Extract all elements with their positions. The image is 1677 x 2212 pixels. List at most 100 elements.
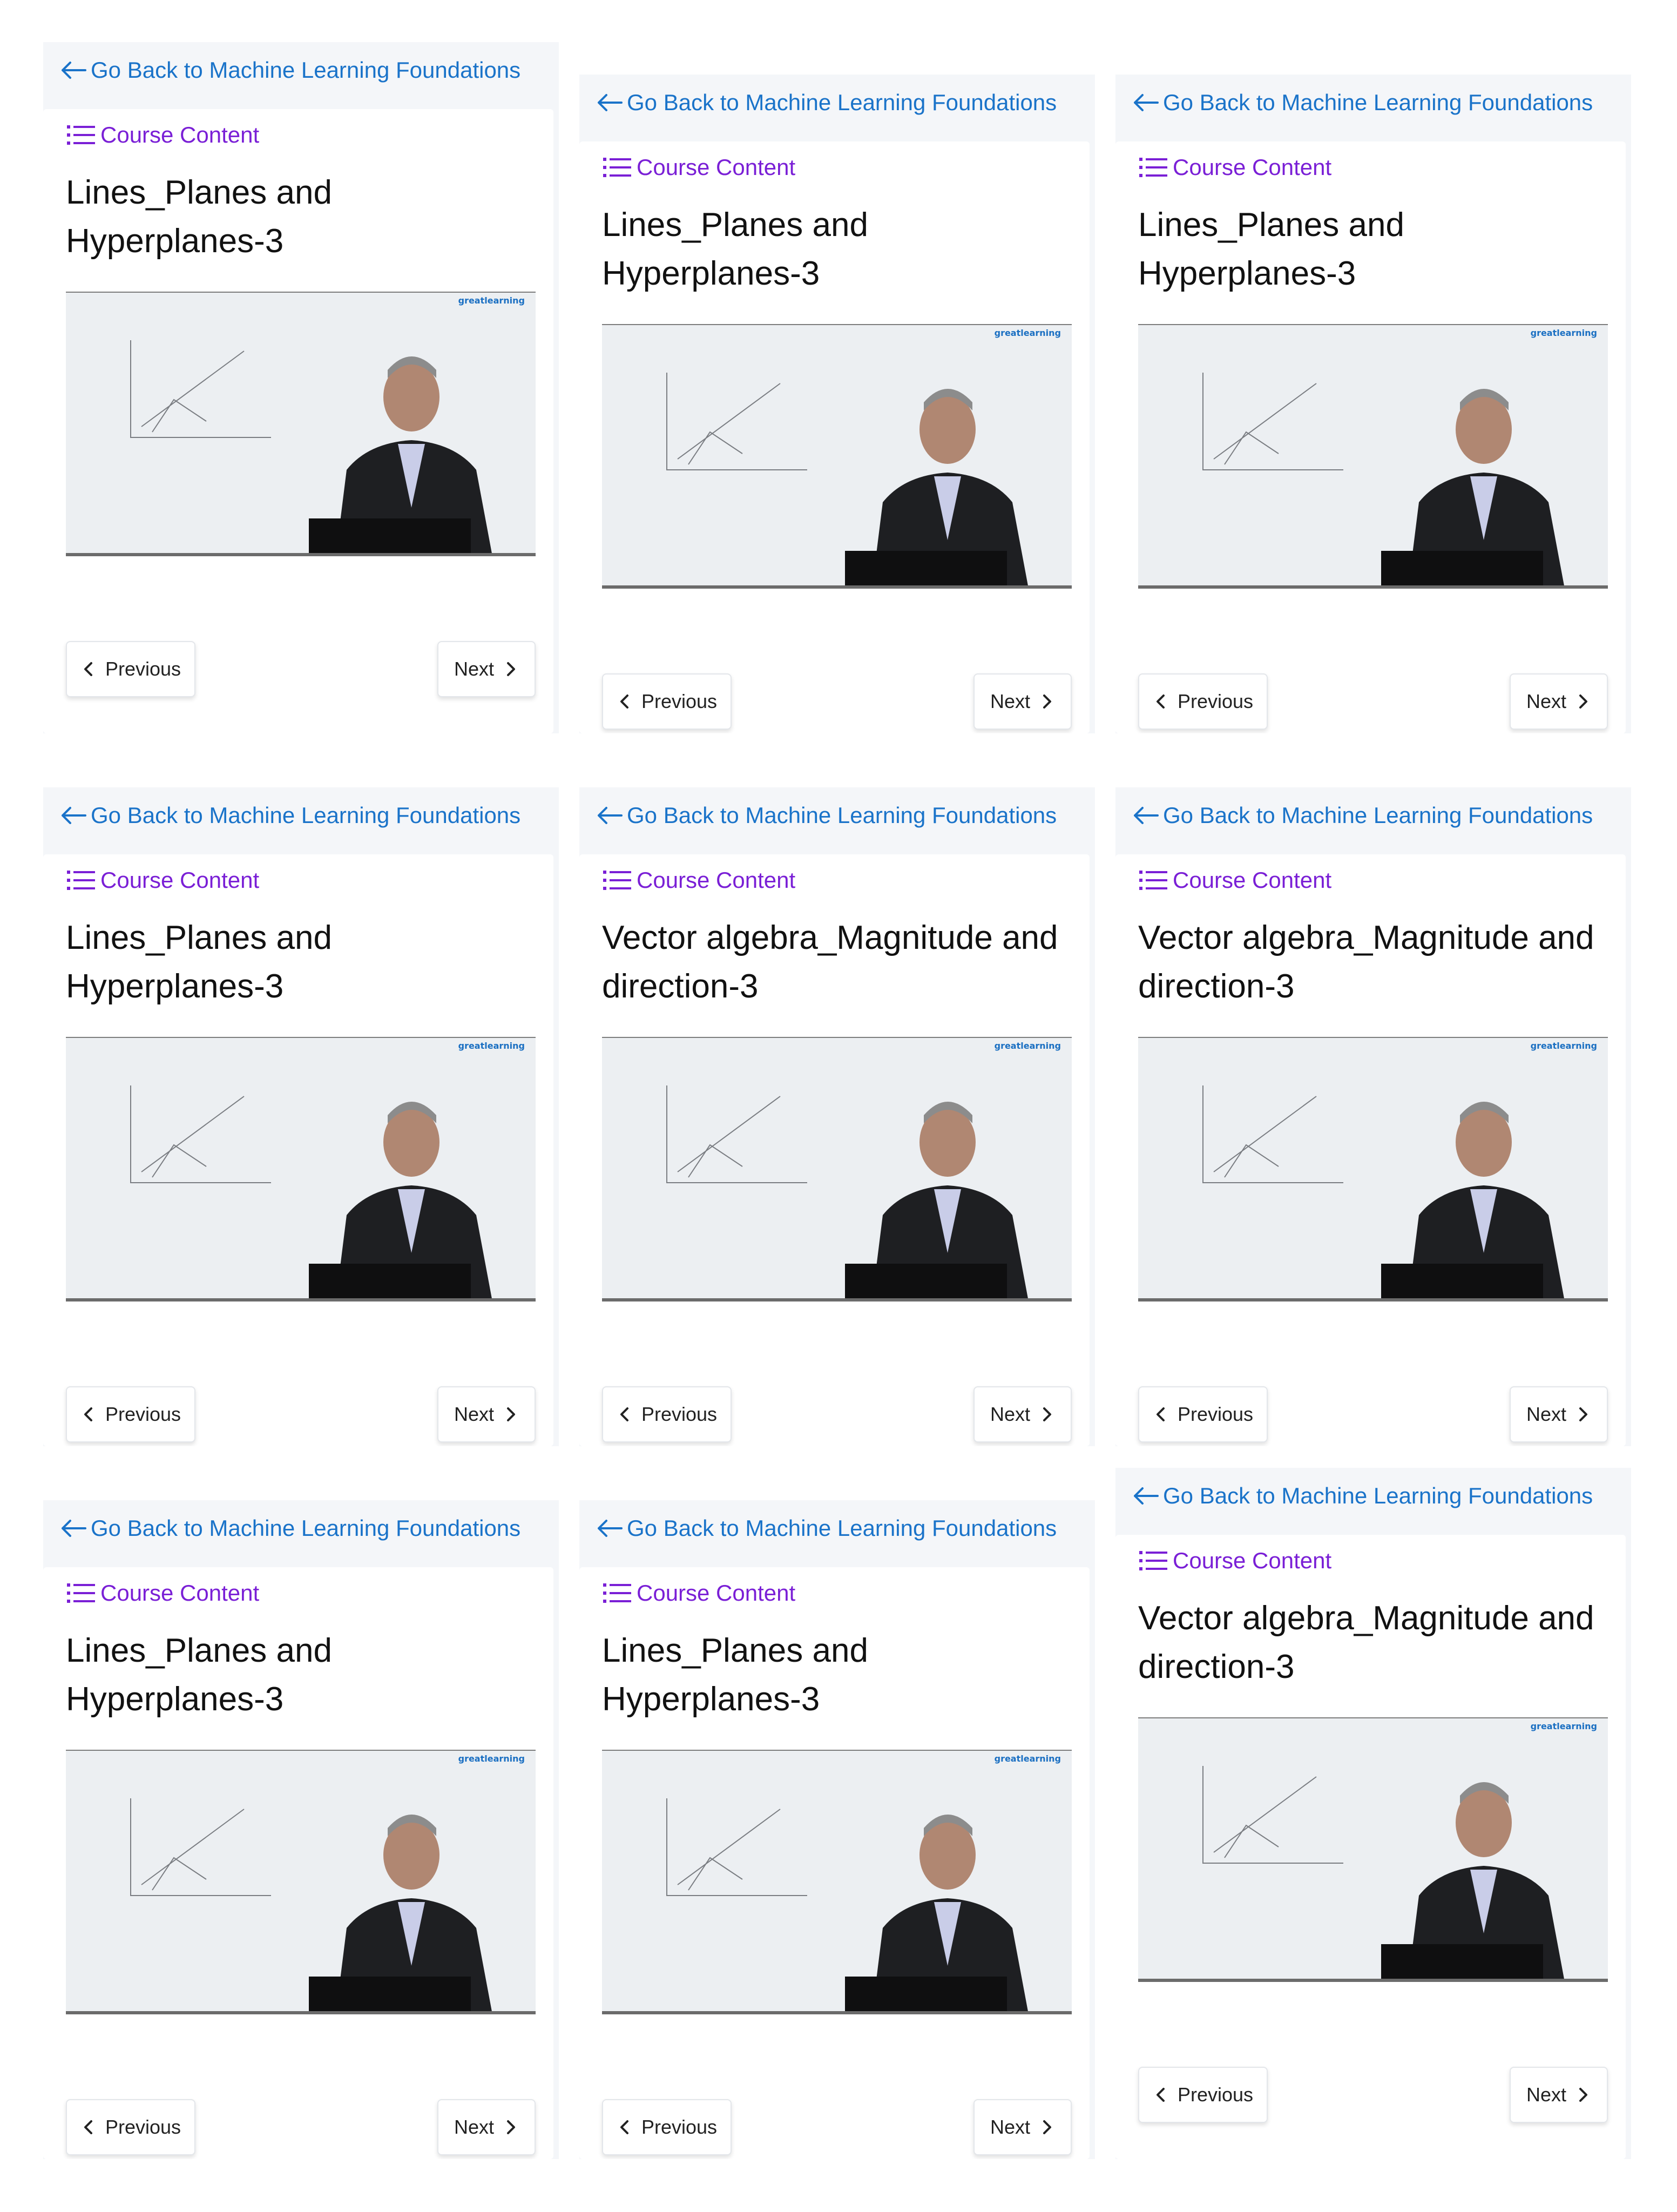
course-content-button[interactable]: Course Content [58, 118, 267, 152]
next-button[interactable]: Next [437, 2099, 536, 2155]
previous-button[interactable]: Previous [602, 2099, 732, 2155]
previous-button[interactable]: Previous [66, 2099, 195, 2155]
chevron-right-icon [507, 1407, 516, 1421]
lesson-panel: Go Back to Machine Learning Foundations … [579, 75, 1095, 733]
lesson-panel: Go Back to Machine Learning Foundations … [43, 787, 559, 1446]
back-link-label: Go Back to Machine Learning Foundations [627, 802, 1057, 828]
next-button[interactable]: Next [437, 1386, 536, 1442]
chevron-right-icon [507, 662, 516, 676]
previous-button-label: Previous [1177, 690, 1254, 712]
previous-button[interactable]: Previous [602, 1386, 732, 1442]
back-to-course-link[interactable]: Go Back to Machine Learning Foundations [58, 799, 520, 832]
back-to-course-link[interactable]: Go Back to Machine Learning Foundations [1131, 1480, 1593, 1512]
lesson-card: Course Content Vector algebra_Magnitude … [1115, 1535, 1626, 2159]
list-icon [603, 158, 631, 177]
next-button[interactable]: Next [1510, 673, 1608, 730]
list-icon [1139, 158, 1167, 177]
course-content-label: Course Content [1173, 154, 1332, 180]
previous-button-label: Previous [1177, 2083, 1254, 2106]
chevron-left-icon [84, 662, 92, 676]
video-brand-logo: greatlearning [1531, 328, 1597, 338]
previous-button[interactable]: Previous [66, 641, 195, 697]
video-brand-logo: greatlearning [995, 1041, 1061, 1051]
course-content-button[interactable]: Course Content [1131, 863, 1339, 898]
next-button[interactable]: Next [973, 673, 1072, 730]
back-to-course-link[interactable]: Go Back to Machine Learning Foundations [594, 1512, 1057, 1545]
next-button-label: Next [454, 658, 495, 680]
course-content-label: Course Content [637, 867, 796, 893]
next-button-label: Next [1526, 690, 1567, 712]
lesson-card: Course Content Vector algebra_Magnitude … [579, 854, 1090, 1446]
lecture-video[interactable]: greatlearning [66, 1037, 536, 1301]
arrow-left-icon [1134, 807, 1159, 824]
previous-button-label: Previous [105, 2116, 181, 2138]
lesson-title: Lines_Planes and Hyperplanes-3 [66, 919, 332, 1005]
previous-button-label: Previous [641, 690, 718, 712]
back-to-course-link[interactable]: Go Back to Machine Learning Foundations [58, 54, 520, 86]
next-button[interactable]: Next [437, 641, 536, 697]
chevron-right-icon [1043, 1407, 1052, 1421]
video-frame: greatlearning [1138, 324, 1608, 589]
arrow-left-icon [1134, 94, 1159, 111]
previous-button-label: Previous [105, 1403, 181, 1425]
chevron-left-icon [84, 2120, 92, 2134]
back-to-course-link[interactable]: Go Back to Machine Learning Foundations [1131, 799, 1593, 832]
lesson-card: Course Content Lines_Planes and Hyperpla… [1115, 141, 1626, 733]
video-frame: greatlearning [1138, 1717, 1608, 1982]
lecture-video[interactable]: greatlearning [1138, 1717, 1608, 1982]
course-content-button[interactable]: Course Content [58, 863, 267, 898]
next-button-label: Next [1526, 2083, 1567, 2106]
next-button[interactable]: Next [973, 1386, 1072, 1442]
previous-button[interactable]: Previous [602, 673, 732, 730]
lecture-video[interactable]: greatlearning [602, 1750, 1072, 2014]
chevron-left-icon [620, 1407, 628, 1421]
lecture-video[interactable]: greatlearning [1138, 324, 1608, 589]
course-content-button[interactable]: Course Content [594, 1576, 803, 1610]
back-to-course-link[interactable]: Go Back to Machine Learning Foundations [594, 799, 1057, 832]
previous-button[interactable]: Previous [1138, 2067, 1268, 2123]
course-content-label: Course Content [637, 154, 796, 180]
back-to-course-link[interactable]: Go Back to Machine Learning Foundations [58, 1512, 520, 1545]
course-content-button[interactable]: Course Content [58, 1576, 267, 1610]
course-content-button[interactable]: Course Content [594, 863, 803, 898]
lecture-video[interactable]: greatlearning [66, 292, 536, 556]
lesson-panel: Go Back to Machine Learning Foundations … [1115, 787, 1631, 1446]
lecture-video[interactable]: greatlearning [66, 1750, 536, 2014]
back-to-course-link[interactable]: Go Back to Machine Learning Foundations [1131, 86, 1593, 119]
chevron-right-icon [1579, 2088, 1588, 2102]
lecture-video[interactable]: greatlearning [1138, 1037, 1608, 1301]
back-link-label: Go Back to Machine Learning Foundations [1163, 90, 1593, 115]
next-button[interactable]: Next [1510, 1386, 1608, 1442]
previous-button-label: Previous [641, 1403, 718, 1425]
back-link-label: Go Back to Machine Learning Foundations [627, 90, 1057, 115]
lesson-card: Course Content Lines_Planes and Hyperpla… [579, 1567, 1090, 2159]
lesson-title: Lines_Planes and Hyperplanes-3 [602, 206, 868, 292]
lectern [309, 1977, 471, 2014]
previous-button-label: Previous [105, 658, 181, 680]
course-content-button[interactable]: Course Content [1131, 150, 1339, 185]
arrow-left-icon [598, 94, 623, 111]
list-icon [67, 125, 95, 145]
arrow-left-icon [598, 1520, 623, 1537]
lecture-video[interactable]: greatlearning [602, 324, 1072, 589]
course-content-button[interactable]: Course Content [1131, 1543, 1339, 1578]
lesson-card: Course Content Lines_Planes and Hyperpla… [43, 854, 553, 1446]
previous-button[interactable]: Previous [66, 1386, 195, 1442]
lesson-panel: Go Back to Machine Learning Foundations … [579, 787, 1095, 1446]
lesson-title: Lines_Planes and Hyperplanes-3 [66, 174, 332, 260]
arrow-left-icon [1134, 1487, 1159, 1505]
course-content-button[interactable]: Course Content [594, 150, 803, 185]
lecture-video[interactable]: greatlearning [602, 1037, 1072, 1301]
video-frame: greatlearning [602, 1037, 1072, 1301]
video-frame: greatlearning [66, 1037, 536, 1301]
next-button[interactable]: Next [973, 2099, 1072, 2155]
back-to-course-link[interactable]: Go Back to Machine Learning Foundations [594, 86, 1057, 119]
lectern [309, 518, 471, 556]
arrow-left-icon [598, 807, 623, 824]
previous-button[interactable]: Previous [1138, 673, 1268, 730]
previous-button[interactable]: Previous [1138, 1386, 1268, 1442]
previous-button-label: Previous [1177, 1403, 1254, 1425]
lesson-panel: Go Back to Machine Learning Foundations … [579, 1500, 1095, 2159]
list-icon [603, 871, 631, 890]
next-button[interactable]: Next [1510, 2067, 1608, 2123]
